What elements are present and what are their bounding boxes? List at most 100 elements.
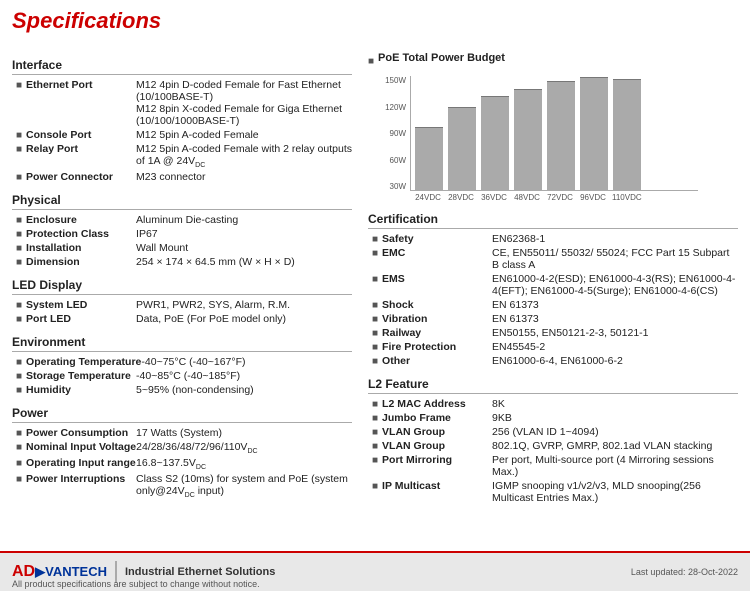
- chart-container: ■ PoE Total Power Budget 150W 120W 90W 6…: [368, 52, 738, 202]
- brand-ad: AD: [12, 563, 35, 580]
- x-label-36vdc: 36VDC: [480, 193, 508, 202]
- other-value: EN61000-6-4, EN61000-6-2: [492, 355, 738, 367]
- nominal-voltage-row: ■ Nominal Input Voltage 24/28/36/48/72/9…: [12, 441, 352, 455]
- port-led-value: Data, PoE (For PoE model only): [136, 313, 352, 325]
- footer-date: Last updated: 28-Oct-2022: [631, 567, 738, 577]
- operating-temp-value: -40~75°C (-40~167°F): [141, 356, 352, 368]
- led-section: LED Display ■ System LED PWR1, PWR2, SYS…: [12, 278, 352, 325]
- bar-110vdc: [613, 79, 641, 190]
- y-label-90: 90W: [378, 129, 406, 138]
- port-led-label: Port LED: [26, 313, 136, 325]
- emc-row: ■ EMC CE, EN55011/ 55032/ 55024; FCC Par…: [368, 247, 738, 271]
- bullet-icon: ■: [16, 474, 22, 485]
- storage-temp-value: -40~85°C (-40~185°F): [136, 370, 352, 382]
- enclosure-label: Enclosure: [26, 214, 136, 226]
- system-led-value: PWR1, PWR2, SYS, Alarm, R.M.: [136, 299, 352, 311]
- y-label-30: 30W: [378, 182, 406, 191]
- relay-port-value: M12 5pin A-coded Female with 2 relay out…: [136, 143, 352, 169]
- vlan-group1-label: VLAN Group: [382, 426, 492, 438]
- bullet-icon: ■: [16, 130, 22, 141]
- bullet-icon: ■: [16, 371, 22, 382]
- bullet-icon: ■: [16, 215, 22, 226]
- relay-port-label: Relay Port: [26, 143, 136, 155]
- port-mirroring-label: Port Mirroring: [382, 454, 492, 466]
- l2-section: L2 Feature ■ L2 MAC Address 8K ■ Jumbo F…: [368, 377, 738, 504]
- bar-24vdc-rect: [415, 127, 443, 190]
- x-label-96vdc: 96VDC: [579, 193, 607, 202]
- vibration-value: EN 61373: [492, 313, 738, 325]
- bullet-icon: ■: [16, 385, 22, 396]
- ip-multicast-label: IP Multicast: [382, 480, 492, 492]
- bullet-icon: ■: [372, 328, 378, 339]
- power-interruptions-label: Power Interruptions: [26, 473, 136, 485]
- installation-row: ■ Installation Wall Mount: [12, 242, 352, 254]
- ip-multicast-row: ■ IP Multicast IGMP snooping v1/v2/v3, M…: [368, 480, 738, 504]
- relay-port-row: ■ Relay Port M12 5pin A-coded Female wit…: [12, 143, 352, 169]
- operating-input-label: Operating Input range: [26, 457, 136, 469]
- power-consumption-label: Power Consumption: [26, 427, 136, 439]
- bullet-icon: ■: [16, 357, 22, 368]
- right-column: ■ PoE Total Power Budget 150W 120W 90W 6…: [368, 48, 738, 508]
- chart-title: PoE Total Power Budget: [378, 52, 505, 64]
- port-mirroring-row: ■ Port Mirroring Per port, Multi-source …: [368, 454, 738, 478]
- mac-address-row: ■ L2 MAC Address 8K: [368, 398, 738, 410]
- power-section: Power ■ Power Consumption 17 Watts (Syst…: [12, 406, 352, 499]
- vibration-row: ■ Vibration EN 61373: [368, 313, 738, 325]
- brand-vantech: ▶VANTECH: [35, 564, 107, 579]
- system-led-row: ■ System LED PWR1, PWR2, SYS, Alarm, R.M…: [12, 299, 352, 311]
- fire-protection-row: ■ Fire Protection EN45545-2: [368, 341, 738, 353]
- vlan-group2-label: VLAN Group: [382, 440, 492, 452]
- jumbo-frame-value: 9KB: [492, 412, 738, 424]
- ems-row: ■ EMS EN61000-4-2(ESD); EN61000-4-3(RS);…: [368, 273, 738, 297]
- bullet-icon: ■: [372, 274, 378, 285]
- x-label-48vdc: 48VDC: [513, 193, 541, 202]
- power-connector-row: ■ Power Connector M23 connector: [12, 171, 352, 183]
- protection-class-row: ■ Protection Class IP67: [12, 228, 352, 240]
- safety-row: ■ Safety EN62368-1: [368, 233, 738, 245]
- bullet-icon: ■: [372, 248, 378, 259]
- power-title: Power: [12, 406, 352, 423]
- environment-section: Environment ■ Operating Temperature -40~…: [12, 335, 352, 396]
- bar-36vdc: [481, 96, 509, 190]
- bar-24vdc: [415, 127, 443, 190]
- bar-28vdc-rect: [448, 107, 476, 190]
- enclosure-value: Aluminum Die-casting: [136, 214, 352, 226]
- protection-class-value: IP67: [136, 228, 352, 240]
- ethernet-port-row: ■ Ethernet Port M12 4pin D-coded Female …: [12, 79, 352, 127]
- bar-36vdc-rect: [481, 96, 509, 190]
- x-label-28vdc: 28VDC: [447, 193, 475, 202]
- l2-title: L2 Feature: [368, 377, 738, 394]
- power-connector-label: Power Connector: [26, 171, 136, 183]
- emc-label: EMC: [382, 247, 492, 259]
- bullet-icon: ■: [16, 229, 22, 240]
- certification-title: Certification: [368, 212, 738, 229]
- bullet-icon: ■: [372, 399, 378, 410]
- console-port-value: M12 5pin A-coded Female: [136, 129, 352, 141]
- bullet-icon: ■: [16, 458, 22, 469]
- storage-temp-row: ■ Storage Temperature -40~85°C (-40~185°…: [12, 370, 352, 382]
- bullet-icon: ■: [372, 441, 378, 452]
- left-column: Interface ■ Ethernet Port M12 4pin D-cod…: [12, 48, 352, 508]
- physical-section: Physical ■ Enclosure Aluminum Die-castin…: [12, 193, 352, 268]
- bar-72vdc: [547, 81, 575, 190]
- ems-value: EN61000-4-2(ESD); EN61000-4-3(RS); EN610…: [492, 273, 738, 297]
- bar-72vdc-rect: [547, 81, 575, 190]
- safety-value: EN62368-1: [492, 233, 738, 245]
- interface-section: Interface ■ Ethernet Port M12 4pin D-cod…: [12, 58, 352, 183]
- shock-row: ■ Shock EN 61373: [368, 299, 738, 311]
- bar-96vdc-rect: [580, 77, 608, 190]
- bullet-icon: ■: [16, 314, 22, 325]
- bullet-icon: ■: [16, 442, 22, 453]
- fire-protection-value: EN45545-2: [492, 341, 738, 353]
- fire-protection-label: Fire Protection: [382, 341, 492, 353]
- jumbo-frame-row: ■ Jumbo Frame 9KB: [368, 412, 738, 424]
- operating-input-row: ■ Operating Input range 16.8~137.5VDC: [12, 457, 352, 471]
- dimension-value: 254 × 174 × 64.5 mm (W × H × D): [136, 256, 352, 268]
- protection-class-label: Protection Class: [26, 228, 136, 240]
- system-led-label: System LED: [26, 299, 136, 311]
- x-label-110vdc: 110VDC: [612, 193, 640, 202]
- bar-48vdc-rect: [514, 89, 542, 190]
- ethernet-port-value: M12 4pin D-coded Female for Fast Etherne…: [136, 79, 352, 127]
- bar-48vdc: [514, 89, 542, 190]
- bullet-icon: ■: [372, 356, 378, 367]
